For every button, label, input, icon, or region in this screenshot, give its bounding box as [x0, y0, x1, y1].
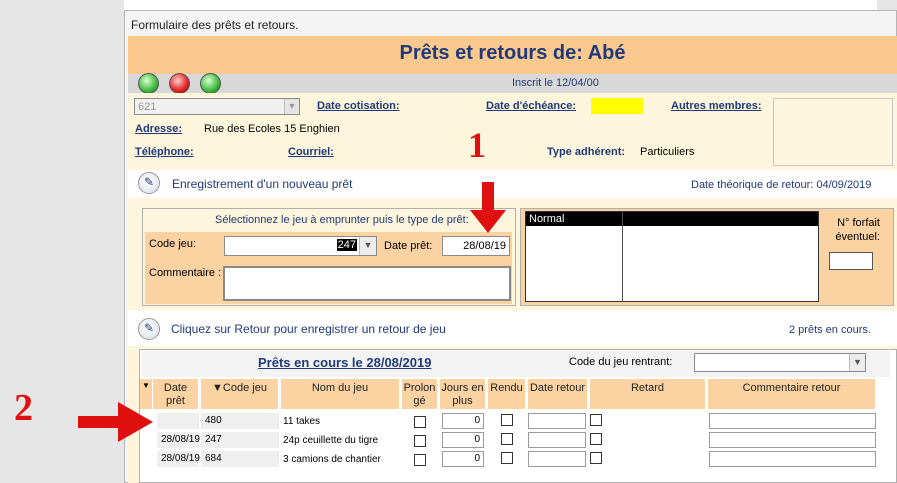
row-3-commentaire-input[interactable]	[709, 451, 876, 467]
forfait-label: N° forfait éventuel:	[835, 217, 880, 243]
chevron-down-icon[interactable]: ▼	[284, 99, 299, 114]
row-1-commentaire-input[interactable]	[709, 413, 876, 429]
col-nom-jeu[interactable]: Nom du jeu	[281, 379, 400, 409]
row-2-date-retour-input[interactable]	[528, 432, 586, 448]
type-adherent-label: Type adhérent:	[547, 146, 626, 158]
green-button-1[interactable]	[138, 73, 159, 94]
row-3-rendu-checkbox[interactable]	[501, 452, 513, 464]
red-button[interactable]	[169, 73, 190, 94]
type-adherent-value: Particuliers	[640, 146, 695, 158]
list-column-divider	[622, 212, 623, 302]
window-title: Formulaire des prêts et retours.	[131, 18, 299, 32]
row-3-nom: 3 camions de chantier	[283, 454, 381, 465]
row-3-retard-checkbox[interactable]	[590, 452, 602, 464]
code-rentrant-combobox[interactable]: ▼	[694, 353, 866, 372]
telephone-label: Téléphone:	[135, 146, 194, 158]
page-title: Prêts et retours de: Abé	[399, 42, 626, 64]
row-1-jours-input[interactable]: 0	[442, 413, 484, 429]
col-commentaire[interactable]: Commentaire retour	[708, 379, 876, 409]
wizard-icon[interactable]: ✎	[138, 172, 160, 194]
row-2-nom: 24p ceuillette du tigre	[283, 435, 379, 446]
col-jours[interactable]: Jours en plus	[440, 379, 486, 409]
chevron-down-icon[interactable]: ▼	[849, 354, 865, 371]
arrow-right-icon	[78, 402, 153, 442]
loan-type-selected-row[interactable]	[526, 212, 818, 226]
autres-membres-label: Autres membres:	[671, 100, 762, 112]
col-retard[interactable]: Retard	[590, 379, 706, 409]
green-button-2[interactable]	[200, 73, 221, 94]
row-2-jours-input[interactable]: 0	[442, 432, 484, 448]
row-1-jours: 0	[474, 415, 480, 426]
code-jeu-label: Code jeu:	[149, 238, 197, 250]
row-1-retard-checkbox[interactable]	[590, 414, 602, 426]
adresse-label: Adresse:	[135, 123, 183, 135]
row-1-nom: 11 takes	[283, 416, 321, 427]
autres-membres-box[interactable]	[773, 98, 893, 166]
date-echeance-label: Date d'échéance:	[486, 100, 577, 112]
loan-type-list[interactable]: Normal	[525, 211, 819, 302]
loan-instruction: Sélectionnez le jeu à emprunter puis le …	[215, 214, 469, 226]
loans-count: 2 prêts en cours.	[789, 324, 871, 336]
row-2-jours: 0	[474, 434, 480, 445]
date-cotisation-label: Date cotisation:	[317, 100, 400, 112]
col-rendu[interactable]: Rendu	[488, 379, 526, 409]
row-2-code: 247	[201, 432, 279, 448]
row-3-date-retour-input[interactable]	[528, 451, 586, 467]
col-date-pret[interactable]: Date prêt	[153, 379, 199, 409]
date-pret-label: Date prêt:	[384, 240, 433, 252]
loan-type-item[interactable]: Normal	[529, 213, 564, 225]
returns-section-title: Cliquez sur Retour pour enregistrer un r…	[171, 322, 446, 336]
row-1-rendu-checkbox[interactable]	[501, 414, 513, 426]
row-3-prolonge-checkbox[interactable]	[414, 454, 426, 466]
table-title: Prêts en cours le 28/08/2019	[258, 355, 432, 370]
commentaire-label: Commentaire :	[149, 267, 222, 279]
inscription-date: Inscrit le 12/04/00	[512, 77, 599, 89]
wizard-icon[interactable]: ✎	[138, 318, 160, 340]
annotation-marker-2: 2	[14, 387, 33, 429]
date-pret-input[interactable]: 28/08/19	[442, 236, 510, 256]
courriel-label: Courriel:	[288, 146, 334, 158]
adresse-value: Rue des Ecoles 15 Enghien	[204, 123, 340, 135]
code-jeu-value: 247	[336, 239, 357, 251]
row-2-date: 28/08/19	[157, 432, 200, 448]
commentaire-input[interactable]	[223, 266, 511, 301]
chevron-down-icon[interactable]: ▼	[359, 237, 376, 255]
loan-section-title: Enregistrement d'un nouveau prêt	[172, 177, 353, 191]
code-rentrant-label: Code du jeu rentrant:	[569, 356, 673, 368]
row-2-retard-checkbox[interactable]	[590, 433, 602, 445]
row-3-jours: 0	[474, 453, 480, 464]
row-3-date: 28/08/19	[157, 451, 200, 467]
date-theorique-retour: Date théorique de retour: 04/09/2019	[691, 179, 872, 191]
member-number-select[interactable]: 621 ▼	[134, 98, 300, 115]
code-jeu-combobox[interactable]: 247 ▼	[224, 236, 377, 256]
header-bar: Prêts et retours de: Abé	[128, 36, 897, 74]
row-2-commentaire-input[interactable]	[709, 432, 876, 448]
row-1-prolonge-checkbox[interactable]	[414, 416, 426, 428]
subheader-bar: Inscrit le 12/04/00	[128, 74, 897, 93]
member-number: 621	[138, 101, 157, 113]
col-prolonge[interactable]: Prolon gé	[402, 379, 438, 409]
row-2-prolonge-checkbox[interactable]	[414, 435, 426, 447]
date-echeance-highlight	[591, 98, 643, 114]
date-pret-value: 28/08/19	[463, 240, 506, 252]
forfait-input[interactable]	[829, 252, 873, 270]
row-1-date-retour-input[interactable]	[528, 413, 586, 429]
row-3-jours-input[interactable]: 0	[442, 451, 484, 467]
row-1-date	[157, 413, 199, 429]
row-3-code: 684	[201, 451, 279, 467]
arrow-down-icon	[470, 182, 506, 233]
col-code-jeu[interactable]: ▼Code jeu	[201, 379, 279, 409]
row-1-code: 480	[201, 413, 279, 429]
col-date-retour[interactable]: Date retour	[528, 379, 588, 409]
row-2-rendu-checkbox[interactable]	[501, 433, 513, 445]
annotation-marker-1: 1	[468, 125, 486, 165]
